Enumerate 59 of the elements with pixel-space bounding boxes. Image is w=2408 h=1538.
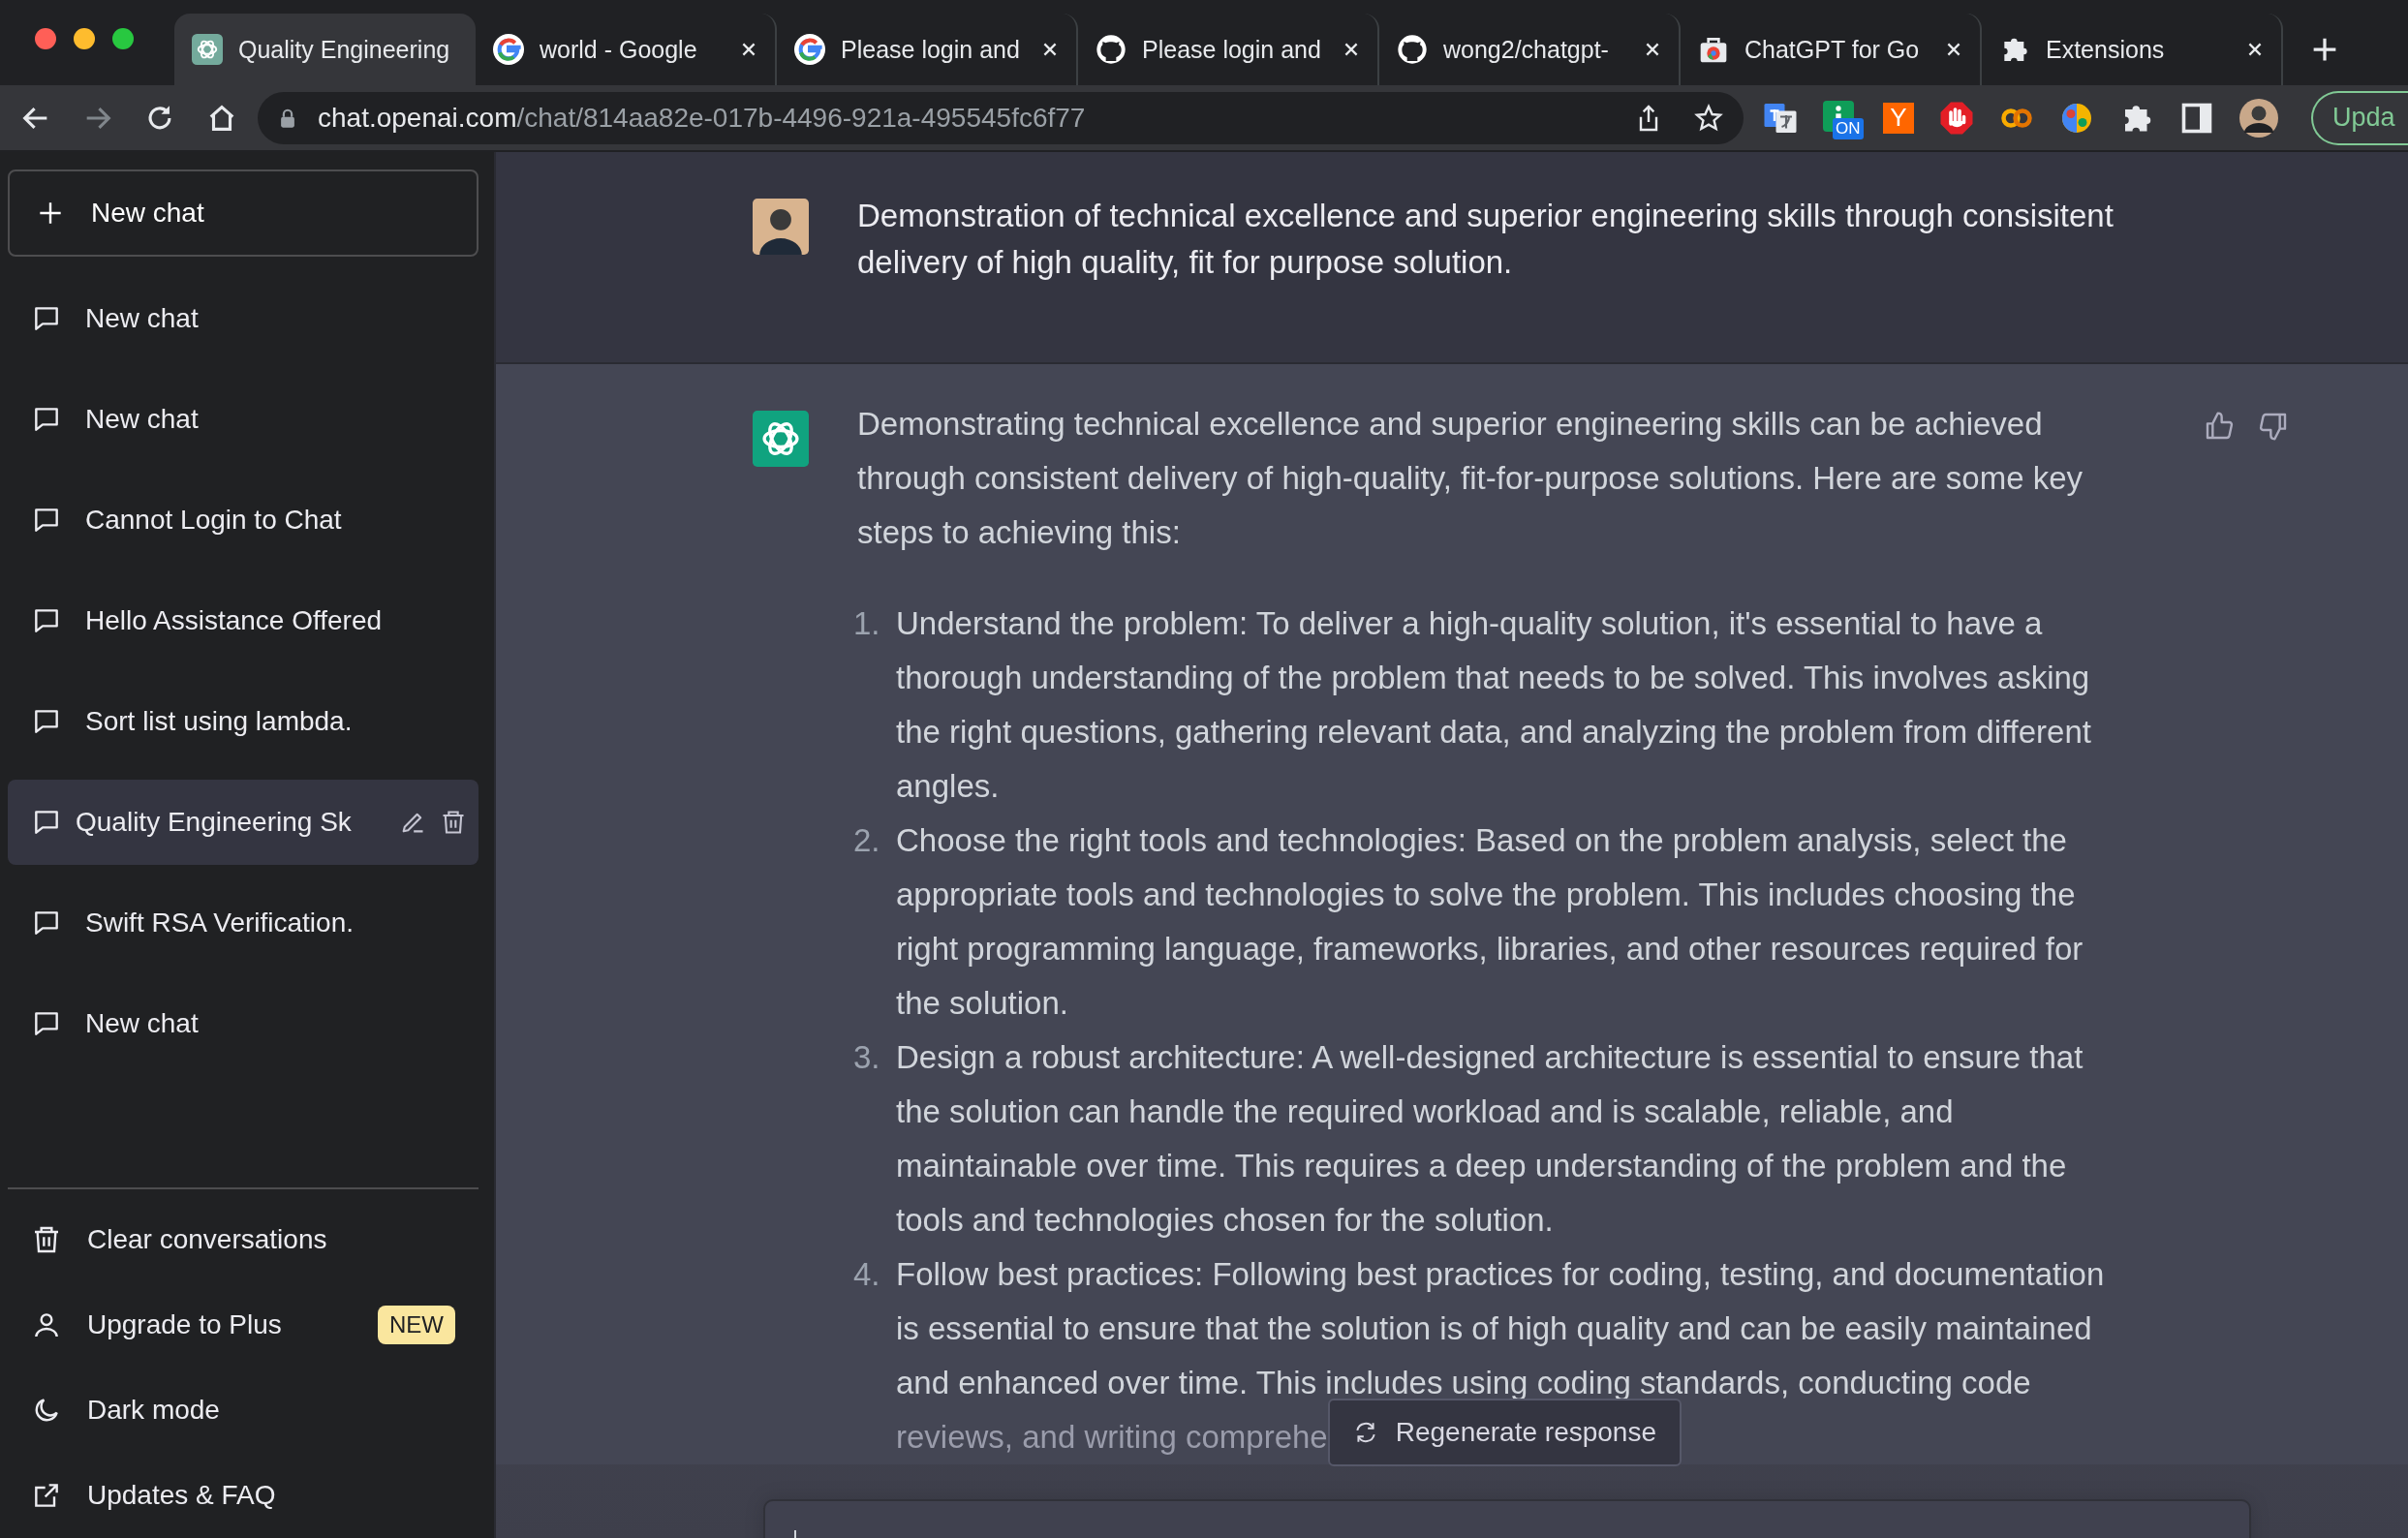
- close-icon[interactable]: [740, 41, 757, 58]
- stop-hand-icon[interactable]: [1939, 100, 1974, 136]
- google-logo-icon: [493, 34, 524, 65]
- tab-title: ChatGPT for Go: [1744, 35, 1921, 64]
- maximize-window-button[interactable]: [112, 28, 134, 49]
- close-window-button[interactable]: [35, 28, 56, 49]
- address-bar[interactable]: chat.openai.com/chat/814aa82e-017b-4496-921a-495545fc6f77: [258, 91, 1744, 144]
- tab-title: Quality Engineering: [238, 35, 451, 64]
- list-number: 1.: [853, 604, 881, 643]
- tab-title: world - Google: [540, 35, 698, 64]
- user-avatar-icon: [753, 199, 809, 255]
- close-icon[interactable]: [2246, 41, 2264, 58]
- conversation-item[interactable]: Cannot Login to Chat: [8, 477, 479, 563]
- menu-item[interactable]: Dark mode: [8, 1368, 479, 1453]
- new-tab-icon[interactable]: [2312, 37, 2337, 62]
- url-text: chat.openai.com/chat/814aa82e-017b-4496-921a-495545fc6f77: [318, 102, 1087, 134]
- star-icon[interactable]: [1693, 102, 1724, 134]
- assistant-message: Demonstrating technical excellence and superior engineering skills can be achieved through consistent delivery of high-quality, fit-for-purpose solutions. Here are some key steps to achieving this:: [857, 405, 2084, 552]
- close-icon[interactable]: [1945, 41, 1962, 58]
- conversation-item[interactable]: Swift RSA Verification.: [8, 880, 479, 966]
- conversation-item[interactable]: Hello Assistance Offered: [8, 578, 479, 663]
- tab-title: Please login and: [1142, 35, 1322, 64]
- menu-item[interactable]: Upgrade to Plus NEW: [8, 1282, 479, 1368]
- menu-item[interactable]: Clear conversations: [8, 1197, 479, 1282]
- minimize-window-button[interactable]: [74, 28, 95, 49]
- openai-logo-icon: [192, 34, 223, 65]
- conversation-item[interactable]: New chat: [8, 276, 479, 361]
- tab-title: wong2/chatgpt-: [1443, 35, 1610, 64]
- list-number: 4.: [853, 1255, 881, 1294]
- list-item-text: Design a robust architecture: A well-designed architecture is essential to ensure that the solution can handle the required workload and is scalable, reliable, and maintainable over time. This requires a deep understanding of the problem and the tools and technologies chosen for the solution.: [896, 1038, 2084, 1240]
- browser-tab[interactable]: Quality Engineering: [174, 14, 476, 85]
- user-message: Demonstration of technical excellence and superior engineering skills through consisitent delivery of high quality, fit for purpose solution.: [857, 197, 2115, 282]
- close-icon[interactable]: [1041, 41, 1059, 58]
- list-item-text: Understand the problem: To deliver a high-quality solution, it's essential to have a thorough understanding of the problem that needs to be solved. This involves asking the right questions, gathering relevant data, and analyzing the problem from different angles.: [896, 604, 2092, 806]
- list-number: 2.: [853, 821, 881, 860]
- extension-badge: ON: [1833, 117, 1864, 139]
- assistant-logo-icon: [753, 411, 809, 467]
- new-chat-button[interactable]: New chat: [8, 169, 479, 257]
- list-number: 3.: [853, 1038, 881, 1077]
- google-logo-icon: [794, 34, 825, 65]
- tab-title: Please login and: [841, 35, 1021, 64]
- conversation-item[interactable]: New chat: [8, 377, 479, 462]
- tab-title: Extensions: [2046, 35, 2166, 64]
- profile-avatar-icon[interactable]: [2239, 98, 2278, 138]
- new-badge: NEW: [378, 1306, 455, 1344]
- menu-item[interactable]: Updates & FAQ: [8, 1453, 479, 1538]
- thumbs-down-icon[interactable]: [2258, 411, 2289, 442]
- conversation-item[interactable]: New chat: [8, 981, 479, 1066]
- github-logo-icon: [1397, 34, 1428, 65]
- thumbs-up-icon[interactable]: [2204, 411, 2235, 442]
- conversation-item[interactable]: Quality Engineering Sk: [8, 780, 479, 865]
- list-item-text: Choose the right tools and technologies: Based on the problem analysis, select the appropriate tools and technologies to solve the problem. This includes choosing the right programming language, frameworks, libraries, and other resources required for the solution.: [896, 821, 2084, 1023]
- regenerate-button[interactable]: Regenerate response: [1327, 1399, 1682, 1466]
- close-icon[interactable]: [1644, 41, 1661, 58]
- close-icon[interactable]: [1343, 41, 1360, 58]
- list-item-text: reviews, and writing comprehe: [896, 1418, 1328, 1457]
- update-button[interactable]: Upda: [2311, 90, 2408, 145]
- conversation-item[interactable]: Sort list using lambda.: [8, 679, 479, 764]
- github-logo-icon: [1096, 34, 1127, 65]
